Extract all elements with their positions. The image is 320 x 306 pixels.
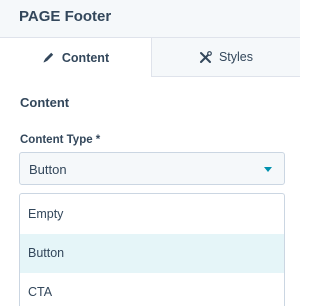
content-type-select[interactable]: Button bbox=[19, 152, 285, 185]
content-type-dropdown: Empty Button CTA bbox=[19, 193, 285, 306]
tab-styles[interactable]: Styles bbox=[152, 38, 300, 77]
dropdown-option-cta[interactable]: CTA bbox=[20, 273, 284, 306]
panel-title: PAGE Footer bbox=[19, 8, 112, 25]
pencil-icon bbox=[42, 51, 55, 64]
section-title: Content bbox=[20, 95, 70, 110]
tab-content[interactable]: Content bbox=[0, 38, 152, 77]
wrench-screwdriver-icon bbox=[199, 50, 212, 64]
chevron-down-icon bbox=[264, 167, 272, 172]
tab-content-label: Content bbox=[61, 50, 110, 65]
content-type-label: Content Type * bbox=[20, 134, 101, 146]
dropdown-option-empty[interactable]: Empty bbox=[20, 195, 284, 234]
tab-bar: Content Styles bbox=[0, 38, 300, 77]
panel-header: PAGE Footer bbox=[0, 0, 300, 38]
dropdown-option-button[interactable]: Button bbox=[20, 234, 284, 273]
content-type-selected-value: Button bbox=[29, 162, 67, 177]
tab-styles-label: Styles bbox=[218, 50, 254, 64]
